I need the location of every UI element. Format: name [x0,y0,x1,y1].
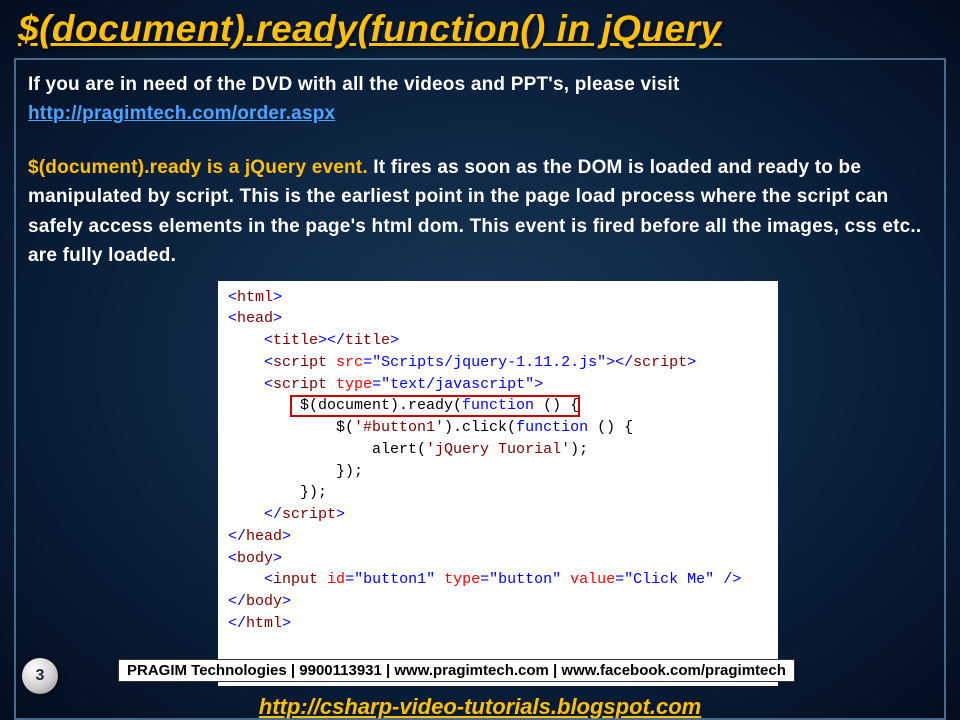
intro-paragraph: If you are in need of the DVD with all t… [28,70,932,129]
blog-link[interactable]: http://csharp-video-tutorials.blogspot.c… [259,694,701,719]
slide-title: $(document).ready(function() in jQuery [0,0,960,56]
slide: $(document).ready(function() in jQuery I… [0,0,960,720]
footer-link-wrap: http://csharp-video-tutorials.blogspot.c… [0,694,960,720]
definition-highlight: $(document).ready is a jQuery event. [28,157,368,178]
intro-text: If you are in need of the DVD with all t… [28,74,680,95]
definition-paragraph: $(document).ready is a jQuery event. It … [28,153,932,271]
footer: 3 PRAGIM Technologies | 9900113931 | www… [0,664,960,720]
company-footer: PRAGIM Technologies | 9900113931 | www.p… [118,659,795,682]
page-number-badge: 3 [22,658,58,694]
code-snippet: <html> <head> <title></title> <script sr… [218,281,778,687]
spacer [28,129,932,153]
order-link[interactable]: http://pragimtech.com/order.aspx [28,103,335,124]
content-box: If you are in need of the DVD with all t… [14,58,946,720]
